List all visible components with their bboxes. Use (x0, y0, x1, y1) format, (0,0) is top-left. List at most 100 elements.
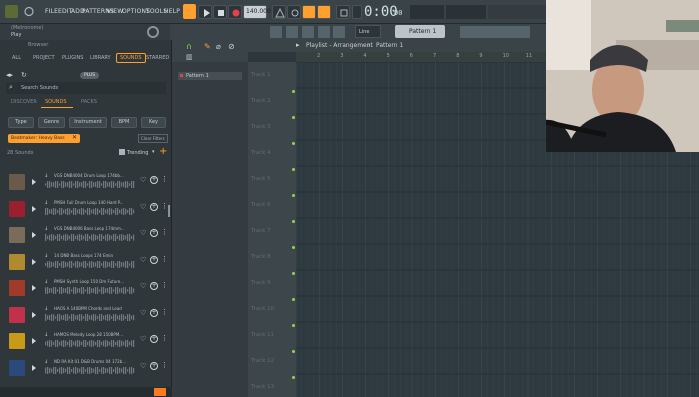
more-icon[interactable]: ⋮ (161, 202, 168, 210)
track-mute-led[interactable] (292, 116, 295, 119)
active-filter-chip[interactable]: Beatmaker: Heavy Bass ✕ (8, 134, 80, 143)
back-arrow-icon[interactable]: ◂▸ (6, 71, 13, 79)
track-mute-led[interactable] (292, 246, 295, 249)
track-mute-led[interactable] (292, 350, 295, 353)
settings-icon[interactable] (352, 5, 362, 19)
waveform[interactable] (45, 340, 135, 347)
master-volume-knob[interactable] (147, 26, 159, 38)
add-circle-icon[interactable]: + (150, 229, 158, 237)
heart-icon[interactable]: ♡ (140, 309, 146, 317)
add-circle-icon[interactable]: + (150, 282, 158, 290)
more-icon[interactable]: ⋮ (161, 281, 168, 289)
track-mute-led[interactable] (292, 376, 295, 379)
list-item[interactable]: ↓ VGS DNB4006 Bass Loop 174mm... ♡ + ⋮ (0, 223, 172, 249)
clear-filters-button[interactable]: Clear Filters (138, 134, 168, 143)
track-mute-led[interactable] (292, 324, 295, 327)
pat-song-toggle[interactable] (183, 4, 196, 19)
sort-checkbox[interactable] (119, 149, 125, 155)
download-icon[interactable]: ↓ (44, 200, 48, 206)
track-mute-led[interactable] (292, 298, 295, 301)
play-icon[interactable] (32, 338, 36, 344)
heart-icon[interactable]: ♡ (140, 176, 146, 184)
more-icon[interactable]: ⋮ (161, 334, 168, 342)
track-mute-led[interactable] (292, 142, 295, 145)
filter-genre[interactable]: Genre (38, 117, 65, 128)
loop-record-icon[interactable] (287, 5, 301, 19)
piano-roll-icon[interactable] (286, 26, 298, 38)
tempo-display[interactable]: 140.000 (243, 5, 271, 19)
scrollbar[interactable] (168, 205, 170, 217)
list-item[interactable]: ↓ PMSH Full Drum Loop 140 Hard P... ♡ + ⋮ (0, 197, 172, 223)
record-button[interactable] (228, 5, 242, 19)
browser-tab-all[interactable]: ALL (12, 55, 21, 61)
countdown-icon[interactable] (336, 5, 350, 19)
waveform[interactable] (45, 313, 135, 321)
piano-icon[interactable]: ▥ (186, 53, 193, 61)
menu-help[interactable]: HELP (164, 8, 180, 15)
track-name[interactable]: Track 7 (251, 228, 271, 234)
pattern-list-item[interactable]: Pattern 1 (178, 72, 242, 80)
heart-icon[interactable]: ♡ (140, 256, 146, 264)
download-icon[interactable]: ↓ (44, 359, 48, 365)
more-icon[interactable]: ⋮ (161, 255, 168, 263)
play-icon[interactable] (32, 311, 36, 318)
waveform[interactable] (45, 287, 135, 294)
more-icon[interactable]: ⋮ (161, 308, 168, 316)
subtab-sounds[interactable]: SOUNDS (45, 99, 67, 105)
menu-file[interactable]: FILE (45, 8, 58, 15)
track-name[interactable]: Track 1 (251, 72, 271, 78)
playlist-icon[interactable] (270, 26, 282, 38)
refresh-icon[interactable]: ↻ (21, 71, 27, 79)
play-icon[interactable] (32, 258, 36, 265)
add-circle-icon[interactable]: + (150, 202, 158, 211)
track-name[interactable]: Track 5 (251, 176, 271, 182)
track-name[interactable]: Track 12 (251, 358, 274, 364)
metronome-icon[interactable] (272, 5, 286, 19)
snap-select[interactable]: Line (355, 25, 381, 38)
play-icon[interactable] (32, 285, 36, 291)
mixer-icon[interactable] (302, 26, 314, 38)
browser-tab-library[interactable]: LIBRARY (90, 55, 111, 61)
wait-input-icon[interactable] (317, 5, 331, 19)
add-circle-icon[interactable]: + (150, 335, 158, 343)
play-icon[interactable] (32, 364, 36, 371)
track-name[interactable]: Track 3 (251, 124, 271, 130)
track-mute-led[interactable] (292, 90, 295, 93)
list-item[interactable]: ↓ HAMOS Melody Loop 28 150BPM... ♡ + ⋮ (0, 329, 172, 355)
track-name[interactable]: Track 13 (251, 384, 274, 390)
track-name[interactable]: Track 9 (251, 280, 271, 286)
waveform[interactable] (45, 234, 135, 241)
download-icon[interactable]: ↓ (44, 173, 48, 179)
track-mute-led[interactable] (292, 194, 295, 197)
list-item[interactable]: ↓ VGS DNB4004 Drum Loop 174bb... ♡ + ⋮ (0, 170, 172, 196)
browser-tab-project[interactable]: PROJECT (33, 55, 55, 61)
list-item[interactable]: ↓ HAOS A 140BPM Chords and Lead ♡ + ⋮ (0, 303, 172, 329)
track-mute-led[interactable] (292, 168, 295, 171)
filter-type[interactable]: Type (8, 117, 34, 128)
heart-icon[interactable]: ♡ (140, 335, 146, 343)
filter-bpm[interactable]: BPM (111, 117, 137, 128)
add-circle-icon[interactable]: + (150, 176, 158, 184)
subtab-discover[interactable]: DISCOVER (11, 99, 37, 105)
play-button[interactable] (198, 5, 212, 19)
waveform[interactable] (45, 181, 135, 188)
sort-label[interactable]: Trending (127, 150, 148, 156)
download-icon[interactable]: ↓ (44, 332, 48, 338)
magnet-icon[interactable]: ∩ (186, 42, 192, 51)
track-mute-led[interactable] (292, 220, 295, 223)
pattern-selector[interactable]: Pattern 1 (395, 25, 445, 38)
close-icon[interactable]: ✕ (72, 134, 77, 141)
filter-key[interactable]: Key (141, 117, 166, 128)
heart-icon[interactable]: ♡ (140, 362, 146, 370)
view-buttons[interactable] (460, 26, 530, 38)
channel-rack-icon[interactable] (318, 26, 330, 38)
add-icon[interactable]: + (159, 146, 167, 157)
add-circle-icon[interactable]: + (150, 308, 158, 317)
stop-button[interactable] (213, 5, 227, 19)
play-icon[interactable] (32, 232, 36, 238)
track-mute-led[interactable] (292, 272, 295, 275)
plugin-database-icon[interactable] (333, 26, 345, 38)
browser-tab-starred[interactable]: STARRED (146, 55, 169, 61)
menu-view[interactable]: VIEW (107, 8, 123, 15)
subtab-packs[interactable]: PACKS (81, 99, 97, 105)
